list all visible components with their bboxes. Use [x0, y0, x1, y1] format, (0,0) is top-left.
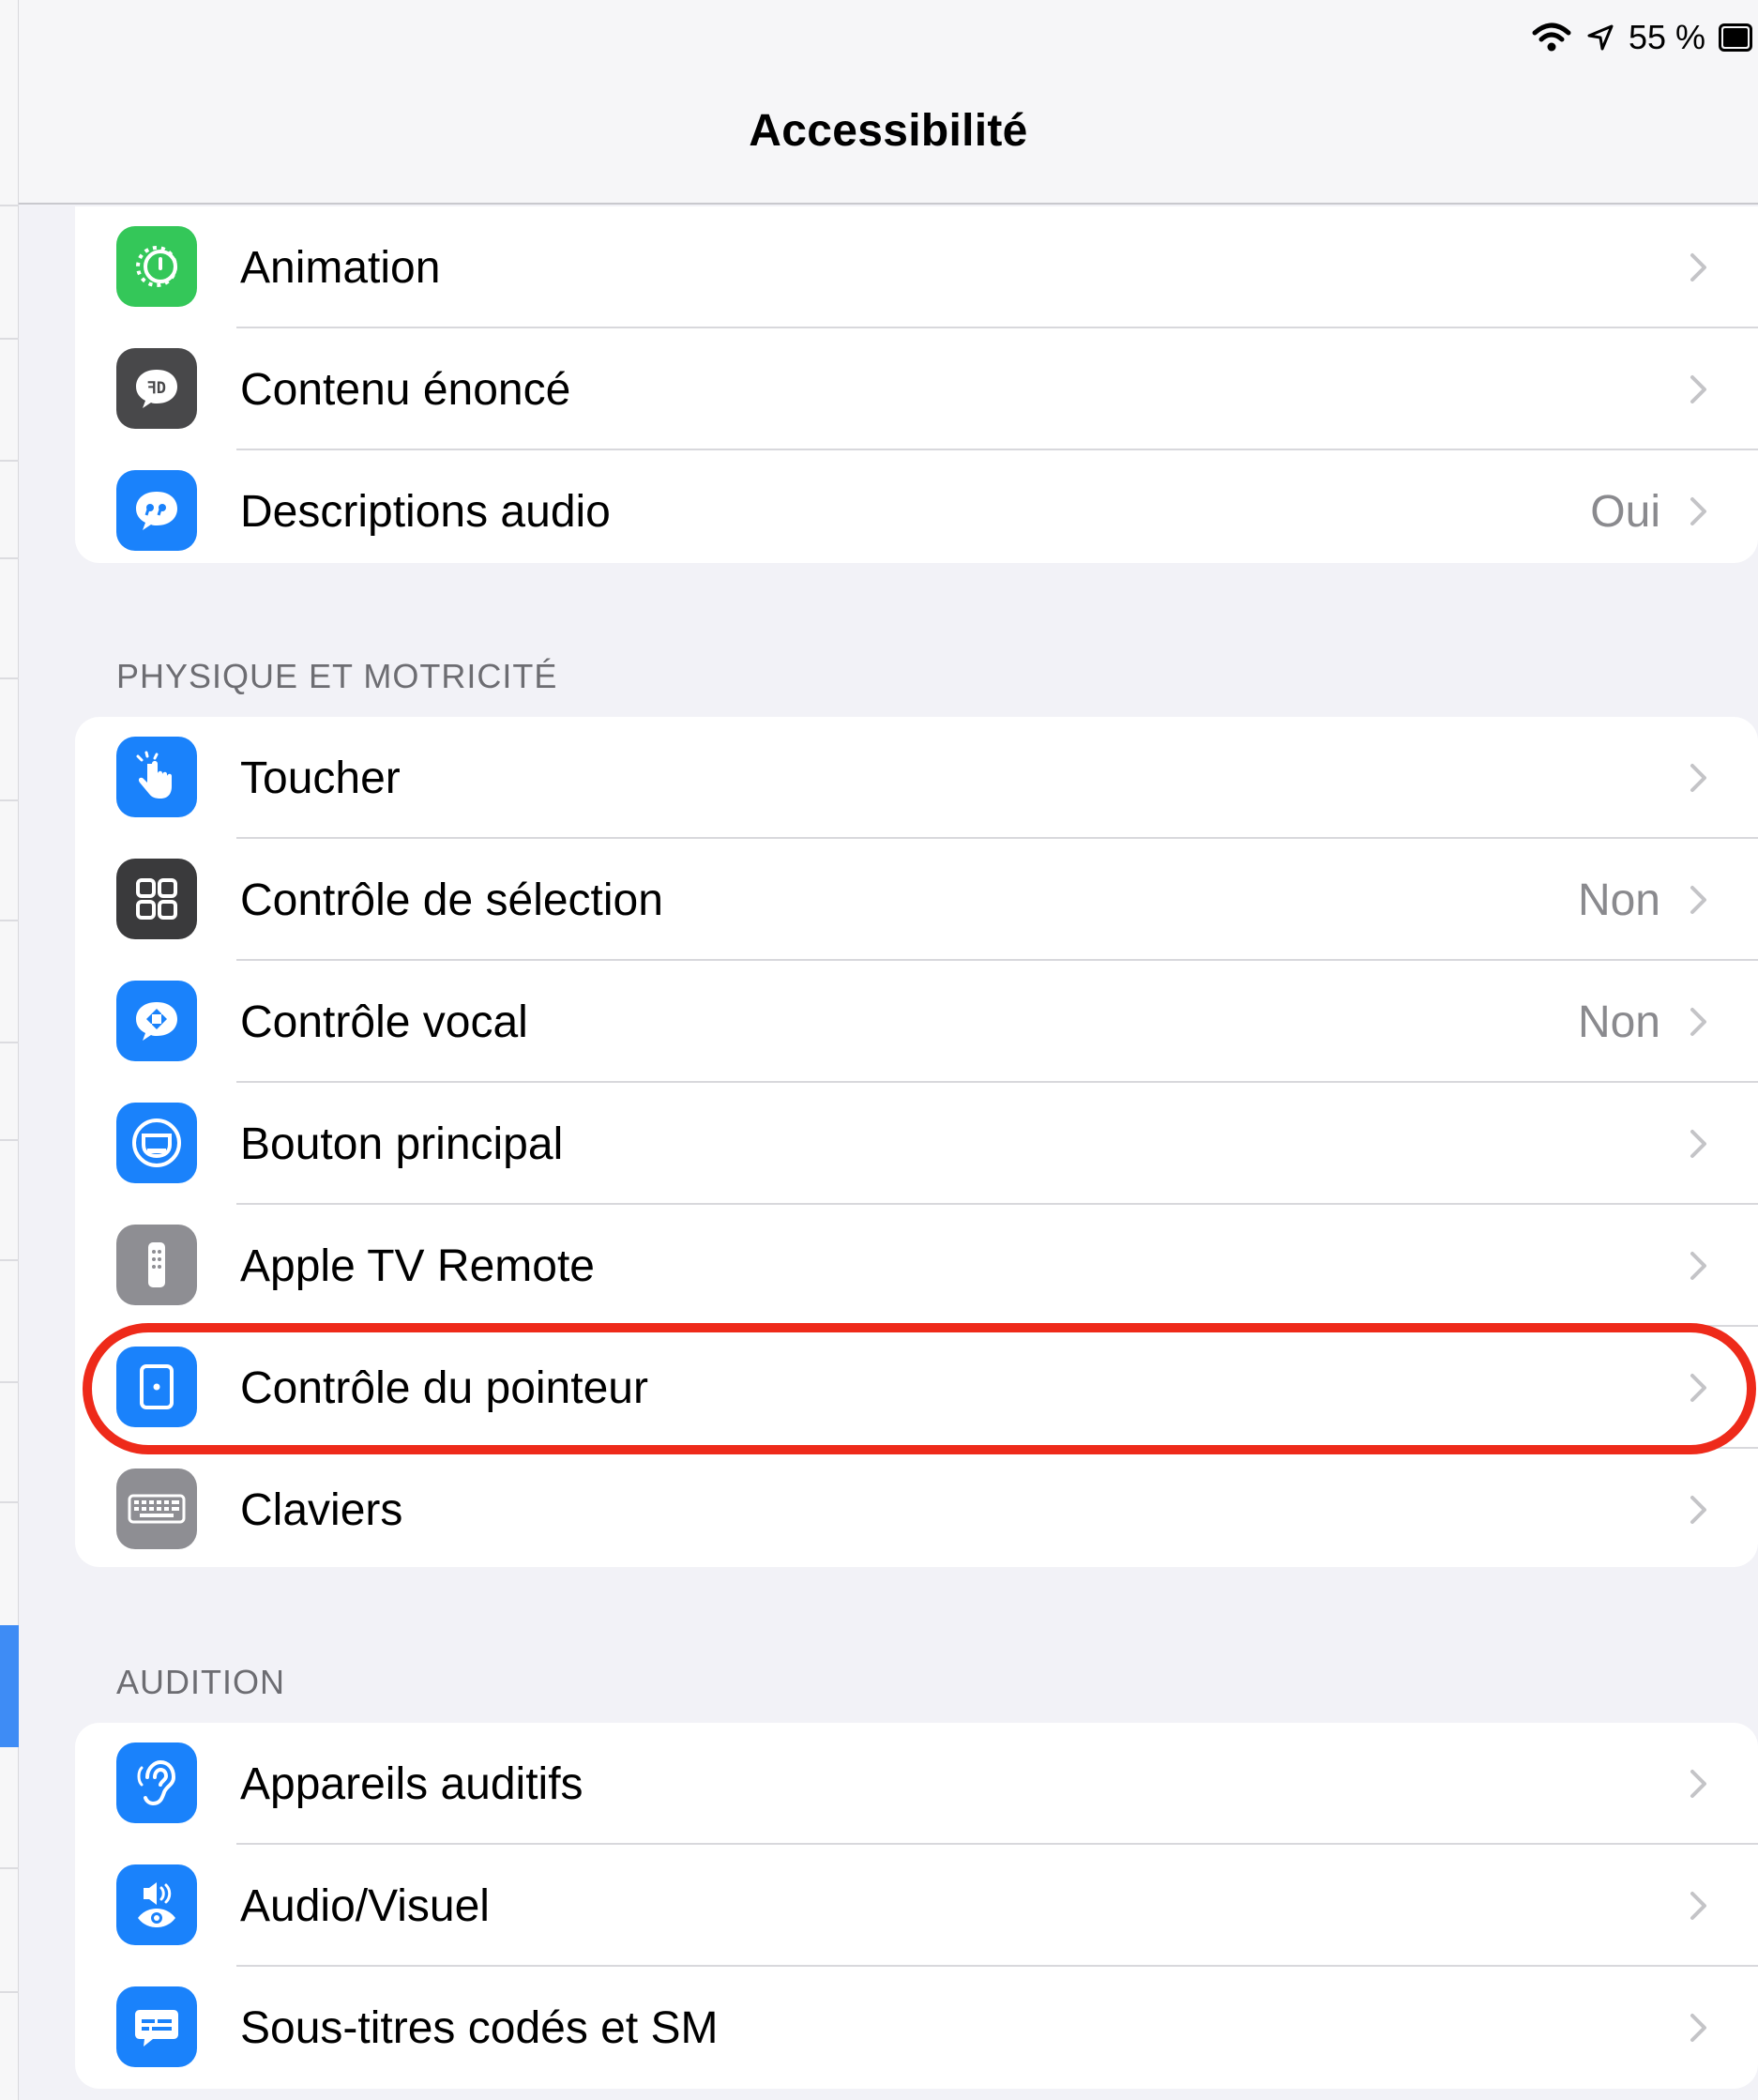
master-separator — [0, 1259, 19, 1261]
hand-tap-icon — [116, 737, 197, 817]
row-animation[interactable]: Animation — [75, 206, 1758, 328]
row-label: Claviers — [240, 1484, 403, 1535]
chevron-right-icon — [1690, 1008, 1706, 1036]
status-bar: 55 % — [19, 0, 1758, 75]
row-label: Descriptions audio — [240, 486, 611, 537]
chevron-right-icon — [1690, 1130, 1706, 1158]
row-label: Apple TV Remote — [240, 1240, 595, 1291]
master-separator — [0, 677, 19, 679]
voice-control-icon — [116, 981, 197, 1061]
master-separator — [0, 1139, 19, 1141]
row-value: Non — [1577, 875, 1660, 925]
master-separator — [0, 1381, 19, 1383]
row-spoken-content[interactable]: ꟻD Contenu énoncé — [75, 328, 1758, 450]
section-header-hearing: AUDITION — [116, 1663, 286, 1701]
keyboard-icon — [116, 1468, 197, 1549]
master-separator — [0, 205, 19, 206]
row-value: Oui — [1590, 486, 1660, 537]
ear-icon — [116, 1742, 197, 1823]
captions-icon — [116, 1986, 197, 2067]
master-separator — [0, 557, 19, 559]
master-separator — [0, 1867, 19, 1869]
speech-bubble-icon: ꟻD — [116, 348, 197, 429]
row-label: Animation — [240, 242, 441, 293]
row-hearing-devices[interactable]: Appareils auditifs — [75, 1723, 1758, 1845]
page-title: Accessibilité — [749, 106, 1028, 156]
battery-percentage: 55 % — [1628, 18, 1705, 56]
grid-icon — [116, 859, 197, 939]
row-label: Toucher — [240, 753, 401, 803]
row-pointer-control[interactable]: Contrôle du pointeur — [75, 1327, 1758, 1449]
motion-icon — [116, 226, 197, 307]
row-label: Contrôle vocal — [240, 997, 528, 1047]
master-pane-edge — [0, 0, 19, 2100]
quote-bubble-icon — [116, 470, 197, 551]
row-voice-control[interactable]: Contrôle vocal Non — [75, 961, 1758, 1083]
row-switch-control[interactable]: Contrôle de sélection Non — [75, 839, 1758, 961]
chevron-right-icon — [1690, 2014, 1706, 2042]
row-apple-tv-remote[interactable]: Apple TV Remote — [75, 1205, 1758, 1327]
chevron-right-icon — [1690, 375, 1706, 403]
row-value: Non — [1577, 997, 1660, 1047]
chevron-right-icon — [1690, 1496, 1706, 1524]
row-label: Contrôle de sélection — [240, 875, 663, 925]
chevron-right-icon — [1690, 497, 1706, 525]
row-home-button[interactable]: Bouton principal — [75, 1083, 1758, 1205]
master-selected-item[interactable] — [0, 1625, 19, 1747]
master-separator — [0, 1501, 19, 1503]
row-label: Sous-titres codés et SM — [240, 2002, 719, 2053]
battery-icon — [1719, 23, 1752, 52]
row-label: Bouton principal — [240, 1118, 564, 1169]
row-keyboards[interactable]: Claviers — [75, 1449, 1758, 1567]
chevron-right-icon — [1690, 764, 1706, 792]
row-label: Audio/Visuel — [240, 1880, 490, 1931]
master-separator — [0, 460, 19, 462]
chevron-right-icon — [1690, 1374, 1706, 1402]
row-touch[interactable]: Toucher — [75, 717, 1758, 839]
master-separator — [0, 1042, 19, 1043]
row-label: Contrôle du pointeur — [240, 1362, 648, 1413]
master-separator — [0, 338, 19, 340]
row-subtitles-captioning[interactable]: Sous-titres codés et SM — [75, 1967, 1758, 2089]
row-label: Contenu énoncé — [240, 364, 571, 415]
chevron-right-icon — [1690, 1770, 1706, 1798]
chevron-right-icon — [1690, 1252, 1706, 1280]
master-separator — [0, 1991, 19, 1993]
remote-icon — [116, 1225, 197, 1305]
physical-group: Toucher Contrôle de sélection Non Contrô… — [75, 717, 1758, 1567]
location-arrow-icon — [1587, 24, 1614, 51]
row-audio-descriptions[interactable]: Descriptions audio Oui — [75, 450, 1758, 563]
vision-group: Animation ꟻD Contenu énoncé Descriptions… — [75, 206, 1758, 563]
wifi-icon — [1532, 23, 1571, 52]
chevron-right-icon — [1690, 886, 1706, 914]
master-separator — [0, 920, 19, 921]
chevron-right-icon — [1690, 1892, 1706, 1920]
pointer-icon — [116, 1347, 197, 1427]
section-header-physical: PHYSIQUE ET MOTRICITÉ — [116, 657, 558, 695]
row-label: Appareils auditifs — [240, 1758, 583, 1809]
row-audio-visual[interactable]: Audio/Visuel — [75, 1845, 1758, 1967]
master-separator — [0, 799, 19, 801]
hearing-group: Appareils auditifs Audio/Visuel Sous-tit… — [75, 1723, 1758, 2089]
audio-visual-icon — [116, 1864, 197, 1945]
svg-text:ꟻD: ꟻD — [147, 379, 166, 398]
chevron-right-icon — [1690, 253, 1706, 282]
home-button-icon — [116, 1103, 197, 1183]
